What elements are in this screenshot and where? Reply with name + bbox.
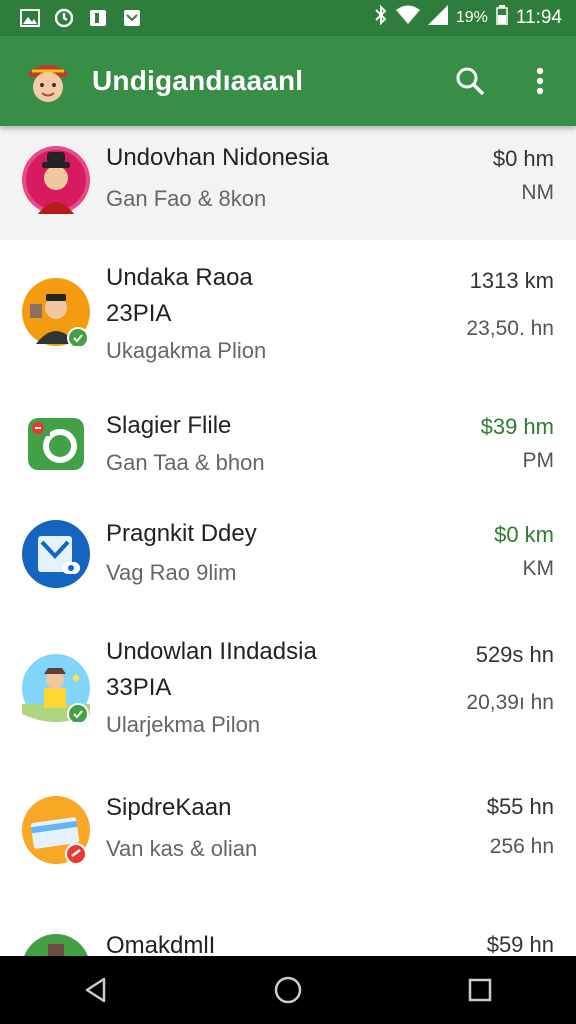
- item-amount: $0 hm: [492, 146, 554, 171]
- person-badge-avatar: [22, 278, 90, 349]
- green-phone-app-icon: [22, 410, 90, 478]
- cartoon-avatar: [22, 654, 90, 725]
- wifi-icon: [395, 5, 420, 31]
- back-button[interactable]: [66, 960, 126, 1020]
- item-title: Undovhan Nidonesia: [106, 144, 329, 171]
- app-title: Undigandıaaanl: [92, 65, 304, 96]
- item-amount: $55 hn: [486, 794, 554, 819]
- list-item[interactable]: Slagier Flile Gan Taa & bhon $39 hm PM: [0, 390, 576, 497]
- item-amount: $0 km: [494, 522, 554, 547]
- search-button[interactable]: [450, 61, 490, 101]
- list-item[interactable]: Undaka Raoa 23PIA Ukagakma Plion 1313 km…: [0, 240, 576, 391]
- item-amount: 529s hn: [475, 642, 554, 667]
- item-subtitle: Van kas & olian: [106, 836, 258, 861]
- item-unit: 20,39ı hn: [466, 691, 554, 714]
- list-item[interactable]: Pragnkit Ddey Vag Rao 9lim $0 km KM: [0, 496, 576, 615]
- green-app-icon: [22, 934, 90, 956]
- home-button[interactable]: [258, 960, 318, 1020]
- recents-icon: [468, 978, 492, 1002]
- message-icon: [122, 8, 142, 28]
- transaction-list: Undovhan Nidonesia Gan Fao & 8kon $0 hm …: [0, 126, 576, 956]
- navigation-bar: [0, 956, 576, 1024]
- list-item[interactable]: SipdreKaan Van kas & olian $55 hn 256 hn: [0, 764, 576, 905]
- blue-mail-app-icon: [22, 520, 90, 588]
- item-unit: PM: [522, 449, 555, 472]
- battery-icon: [496, 5, 508, 31]
- item-title: OmakdmlI: [106, 932, 216, 956]
- item-title: Undaka Raoa: [106, 264, 253, 291]
- more-options-button[interactable]: [520, 61, 560, 101]
- home-icon: [274, 976, 302, 1004]
- signal-icon: [427, 5, 448, 31]
- sync-icon: [54, 8, 74, 28]
- item-subtitle: Ukagakma Plion: [106, 338, 267, 363]
- list-item[interactable]: Undowlan IIndadsia 33PIA Ularjekma Pilon…: [0, 614, 576, 765]
- person-hat-avatar: [22, 146, 90, 214]
- item-title: SipdreKaan: [106, 794, 232, 821]
- status-bar: 19% 11:94: [0, 0, 576, 36]
- more-vert-icon: [536, 67, 544, 95]
- item-unit: 23,50. hn: [466, 317, 554, 340]
- item-subtitle: Gan Fao & 8kon: [106, 186, 267, 211]
- search-icon: [456, 67, 485, 96]
- app-icon: [88, 8, 108, 28]
- item-subtitle: Ularjekma Pilon: [106, 712, 261, 737]
- item-unit: KM: [522, 557, 555, 580]
- list-item[interactable]: Undovhan Nidonesia Gan Fao & 8kon $0 hm …: [0, 126, 576, 241]
- item-title: Pragnkit Ddey: [106, 520, 257, 547]
- image-icon: [20, 8, 40, 28]
- item-title: Slagier Flile: [106, 412, 232, 439]
- card-app-icon: [22, 796, 90, 865]
- back-icon: [85, 977, 106, 1003]
- app-bar: Undigandıaaanl: [0, 36, 576, 126]
- item-subtitle: Gan Taa & bhon: [106, 450, 265, 475]
- item-title-line2: 23PIA: [106, 300, 172, 327]
- item-title: Undowlan IIndadsia: [106, 638, 317, 665]
- clock: 11:94: [515, 7, 562, 28]
- profile-avatar[interactable]: [22, 55, 74, 107]
- item-unit: 256 hn: [489, 835, 554, 858]
- bluetooth-icon: [374, 4, 388, 31]
- item-unit: NM: [521, 181, 554, 204]
- item-title-line2: 33PIA: [106, 674, 172, 701]
- item-amount: $59 hn: [486, 932, 554, 956]
- battery-text: 19%: [455, 9, 488, 26]
- list-item[interactable]: OmakdmlI $59 hn: [0, 904, 576, 956]
- item-amount: $39 hm: [480, 414, 554, 439]
- recents-button[interactable]: [450, 960, 510, 1020]
- item-amount: 1313 km: [469, 268, 554, 293]
- item-subtitle: Vag Rao 9lim: [106, 560, 237, 585]
